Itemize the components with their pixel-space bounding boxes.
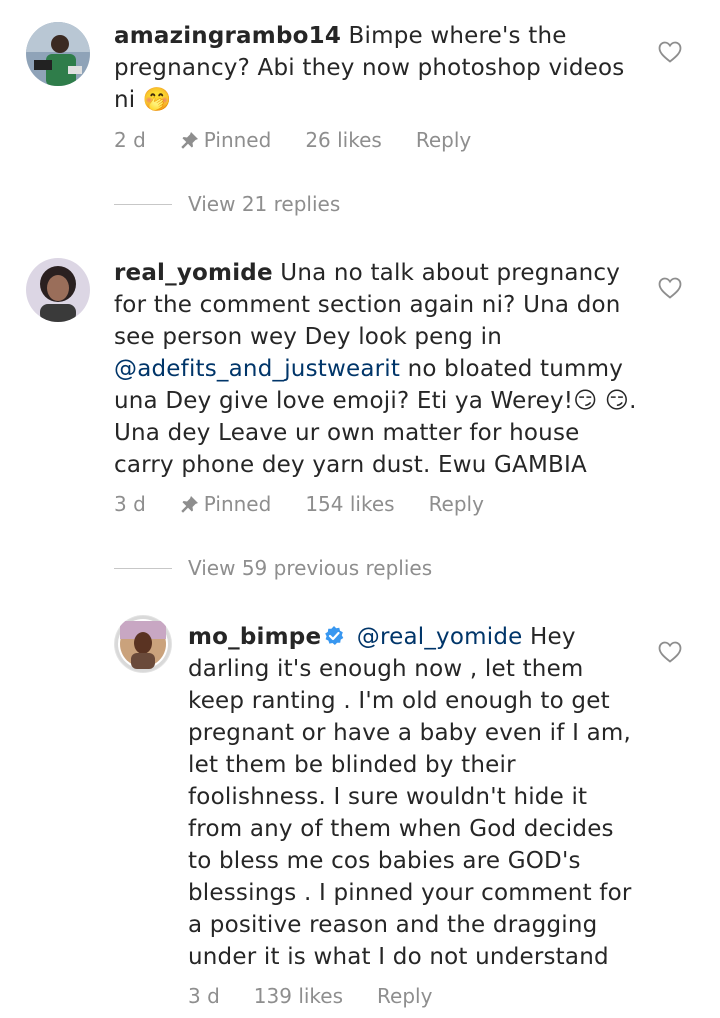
pinned-label: Pinned	[203, 128, 272, 152]
comment-meta: 3 d Pinned 154 likes Reply	[114, 492, 518, 516]
comment-username[interactable]: real_yomide	[114, 260, 273, 286]
pinned-indicator: Pinned	[180, 128, 272, 152]
comment-text: real_yomide Una no talk about pregnancy …	[114, 257, 644, 481]
pinned-label: Pinned	[203, 492, 272, 516]
heart-outline-icon[interactable]	[658, 277, 682, 299]
comment-amazingrambo14: amazingrambo14 Bimpe where's the pregnan…	[0, 0, 720, 240]
comment-meta: 2 d Pinned 26 likes Reply	[114, 128, 505, 152]
avatar[interactable]	[26, 22, 90, 86]
comment-real-yomide: real_yomide Una no talk about pregnancy …	[0, 240, 720, 600]
pin-icon	[181, 496, 198, 513]
likes-count[interactable]: 154 likes	[305, 492, 394, 516]
likes-count[interactable]: 139 likes	[254, 984, 343, 1008]
divider-line	[114, 567, 172, 569]
view-previous-replies-button[interactable]: View 59 previous replies	[114, 556, 432, 580]
mention-link[interactable]: @real_yomide	[357, 624, 523, 650]
comment-age: 3 d	[114, 492, 146, 516]
reply-button[interactable]: Reply	[416, 128, 471, 152]
comment-text: amazingrambo14 Bimpe where's the pregnan…	[114, 20, 634, 116]
heart-outline-icon[interactable]	[658, 641, 682, 663]
emoji-hand-over-mouth: 🤭	[142, 87, 172, 113]
mention-link[interactable]: @adefits_and_justwearit	[114, 356, 400, 382]
heart-outline-icon[interactable]	[658, 41, 682, 63]
comment-username[interactable]: amazingrambo14	[114, 23, 341, 49]
avatar[interactable]	[26, 258, 90, 322]
verified-badge-icon	[325, 626, 344, 645]
reply-meta: 3 d 139 likes Reply	[188, 984, 466, 1008]
view-replies-label[interactable]: View 59 previous replies	[188, 556, 432, 580]
reply-age: 3 d	[188, 984, 220, 1008]
divider-line	[114, 203, 172, 205]
reply-text: mo_bimpe @real_yomide Hey darling it's e…	[188, 621, 638, 973]
emoji-smirk: 😏	[573, 388, 598, 414]
likes-count[interactable]: 26 likes	[305, 128, 382, 152]
reply-button[interactable]: Reply	[429, 492, 484, 516]
comment-age: 2 d	[114, 128, 146, 152]
avatar-story-ring[interactable]	[114, 615, 172, 673]
reply-body: Hey darling it's enough now , let them k…	[188, 624, 632, 970]
view-replies-label[interactable]: View 21 replies	[188, 192, 340, 216]
emoji-smirk: 😏	[604, 388, 630, 414]
pinned-indicator: Pinned	[180, 492, 272, 516]
reply-username[interactable]: mo_bimpe	[188, 624, 321, 650]
view-replies-button[interactable]: View 21 replies	[114, 192, 340, 216]
pin-icon	[181, 132, 198, 149]
reply-mo-bimpe: mo_bimpe @real_yomide Hey darling it's e…	[0, 600, 720, 1018]
reply-button[interactable]: Reply	[377, 984, 432, 1008]
